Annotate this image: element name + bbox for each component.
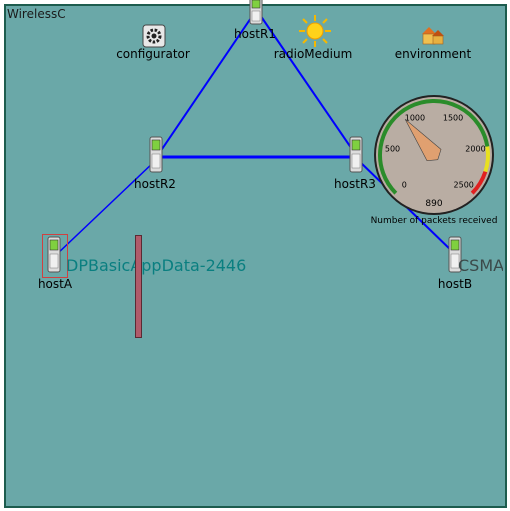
host-a-label: hostA	[37, 277, 73, 291]
packets-received-gauge: 05001000 150020002500 890	[374, 95, 494, 215]
host-r1-icon[interactable]	[248, 0, 264, 26]
app-data-overlay-text: DPBasicAppData-2446	[66, 256, 247, 275]
environment-houses-icon[interactable]	[420, 24, 446, 46]
radio-medium-sun-icon[interactable]	[298, 14, 332, 48]
host-r2-label: hostR2	[134, 177, 176, 191]
gauge-tick-label: 500	[385, 144, 400, 153]
transmission-bar	[135, 235, 142, 338]
configurator-label: configurator	[116, 47, 190, 61]
environment-label: environment	[394, 47, 472, 61]
gauge-value-label: 890	[425, 199, 442, 209]
gauge-tick-label: 2000	[465, 144, 485, 153]
host-r1-label: hostR1	[234, 27, 276, 41]
host-a-selection-box	[42, 234, 68, 278]
gauge-caption: Number of packets received	[370, 216, 498, 226]
gauge-tick-label: 2500	[454, 181, 474, 190]
host-r2-icon[interactable]	[148, 136, 164, 174]
radio-medium-label: radioMedium	[273, 47, 353, 61]
configurator-gear-icon[interactable]	[142, 24, 166, 48]
host-b-label: hostB	[437, 277, 473, 291]
gauge-tick-label: 0	[402, 181, 407, 190]
mac-overlay-text: CSMA-A	[458, 256, 503, 275]
host-r3-icon[interactable]	[348, 136, 364, 174]
gauge-tick-label: 1500	[443, 114, 463, 123]
